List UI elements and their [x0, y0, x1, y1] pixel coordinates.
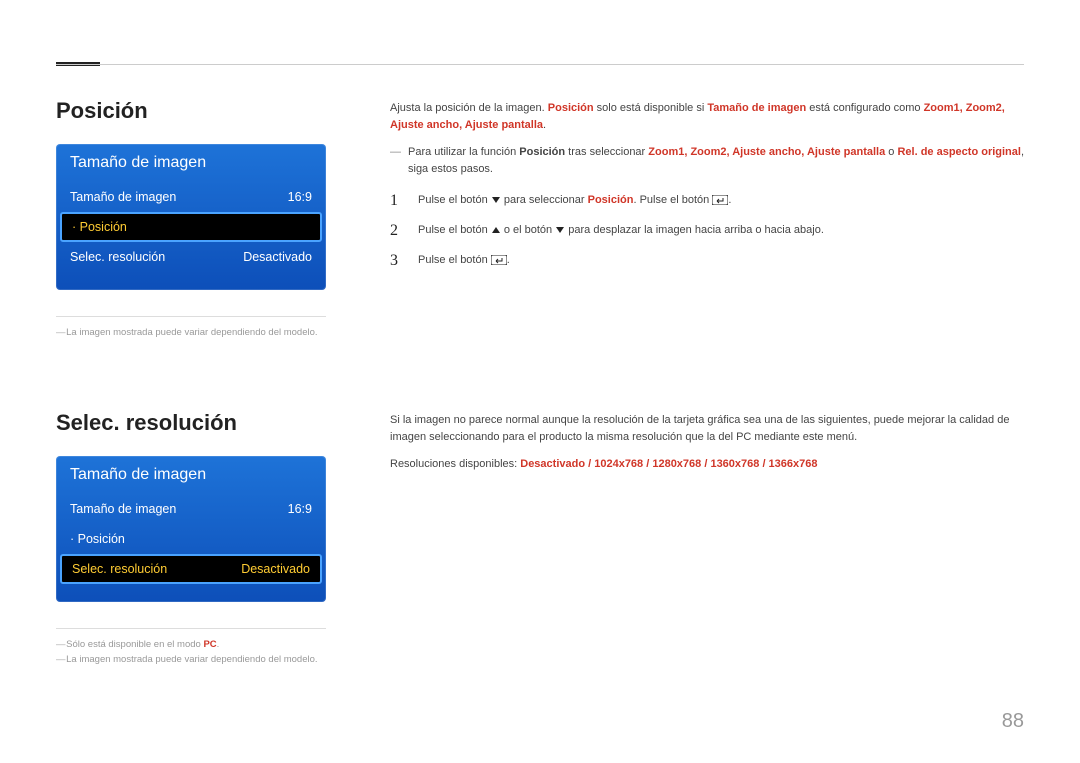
steps-list: 1 Pulse el botón para seleccionar Posici… [390, 192, 1024, 270]
t: para seleccionar [501, 194, 588, 206]
intro-paragraph: Ajusta la posición de la imagen. Posició… [390, 100, 1024, 134]
t: solo está disponible si [594, 102, 708, 114]
osd-menu-selec-resolucion: Tamaño de imagen Tamaño de imagen 16:9 P… [56, 456, 326, 602]
osd-row: Tamaño de imagen 16:9 [56, 494, 326, 524]
t: Rel. de aspecto original [897, 146, 1020, 158]
osd-value: 16:9 [288, 502, 312, 516]
osd-row-selected: Selec. resolución Desactivado [60, 554, 322, 584]
down-arrow-icon [555, 225, 565, 235]
osd-label: Posición [70, 532, 125, 546]
step-text: Pulse el botón o el botón para desplazar… [418, 222, 1024, 239]
t: Ajusta la posición de la imagen. [390, 102, 548, 114]
osd-row: Selec. resolución Desactivado [56, 242, 326, 272]
osd-label: Selec. resolución [72, 562, 167, 576]
enter-icon [712, 195, 728, 205]
step-text: Pulse el botón para seleccionar Posición… [418, 192, 1024, 209]
t: o el botón [501, 224, 555, 236]
divider [56, 628, 326, 629]
osd-value: Desactivado [241, 562, 310, 576]
osd-row: Tamaño de imagen 16:9 [56, 182, 326, 212]
section-selec-resolucion: Selec. resolución Tamaño de imagen Tamañ… [56, 410, 1024, 667]
footnote: La imagen mostrada puede variar dependie… [56, 652, 336, 667]
osd-title: Tamaño de imagen [56, 456, 326, 494]
osd-menu-posicion: Tamaño de imagen Tamaño de imagen 16:9 P… [56, 144, 326, 290]
section-posicion: Posición Tamaño de imagen Tamaño de imag… [56, 98, 1024, 340]
up-arrow-icon [491, 225, 501, 235]
step-1: 1 Pulse el botón para seleccionar Posici… [390, 192, 1024, 210]
osd-label: Selec. resolución [70, 250, 165, 264]
footnote-pc: Sólo está disponible en el modo PC. [56, 637, 336, 652]
osd-label: Tamaño de imagen [70, 190, 176, 204]
osd-label: Posición [72, 220, 127, 234]
t: Tamaño de imagen [707, 102, 806, 114]
rule-line [56, 64, 1024, 65]
t: Pulse el botón [418, 224, 491, 236]
step-text: Pulse el botón . [418, 252, 1024, 269]
step-2: 2 Pulse el botón o el botón para desplaz… [390, 222, 1024, 240]
osd-row-selected: Posición [60, 212, 322, 242]
body-paragraph: Si la imagen no parece normal aunque la … [390, 412, 1024, 446]
t: Pulse el botón [418, 254, 491, 266]
t: PC [203, 639, 216, 650]
t: Desactivado / 1024x768 / 1280x768 / 1360… [520, 458, 817, 470]
t: Posición [519, 146, 565, 158]
t: Pulse el botón [418, 194, 491, 206]
osd-title: Tamaño de imagen [56, 144, 326, 182]
t: . [728, 194, 731, 206]
t: . [543, 119, 546, 131]
usage-note: Para utilizar la función Posición tras s… [390, 144, 1024, 178]
t: . [217, 639, 220, 650]
step-number: 3 [390, 252, 404, 270]
enter-icon [491, 255, 507, 265]
t: Zoom1, Zoom2, Ajuste ancho, Ajuste panta… [648, 146, 885, 158]
osd-row: Posición [56, 524, 326, 554]
divider [56, 316, 326, 317]
osd-value: 16:9 [288, 190, 312, 204]
heading-posicion: Posición [56, 98, 336, 124]
t: Posición [548, 102, 594, 114]
t: . [507, 254, 510, 266]
footnote: La imagen mostrada puede variar dependie… [56, 325, 336, 340]
heading-selec-resolucion: Selec. resolución [56, 410, 336, 436]
t: tras seleccionar [565, 146, 648, 158]
page-number: 88 [1002, 710, 1024, 733]
step-number: 1 [390, 192, 404, 210]
osd-label: Tamaño de imagen [70, 502, 176, 516]
t: o [885, 146, 897, 158]
t: Resoluciones disponibles: [390, 458, 520, 470]
step-3: 3 Pulse el botón . [390, 252, 1024, 270]
t: . Pulse el botón [633, 194, 712, 206]
t: está configurado como [806, 102, 923, 114]
resolutions-line: Resoluciones disponibles: Desactivado / … [390, 456, 1024, 473]
step-number: 2 [390, 222, 404, 240]
t: para desplazar la imagen hacia arriba o … [565, 224, 824, 236]
down-arrow-icon [491, 195, 501, 205]
t: Posición [588, 194, 634, 206]
osd-value: Desactivado [243, 250, 312, 264]
t: Para utilizar la función [408, 146, 519, 158]
t: Sólo está disponible en el modo [66, 639, 203, 650]
